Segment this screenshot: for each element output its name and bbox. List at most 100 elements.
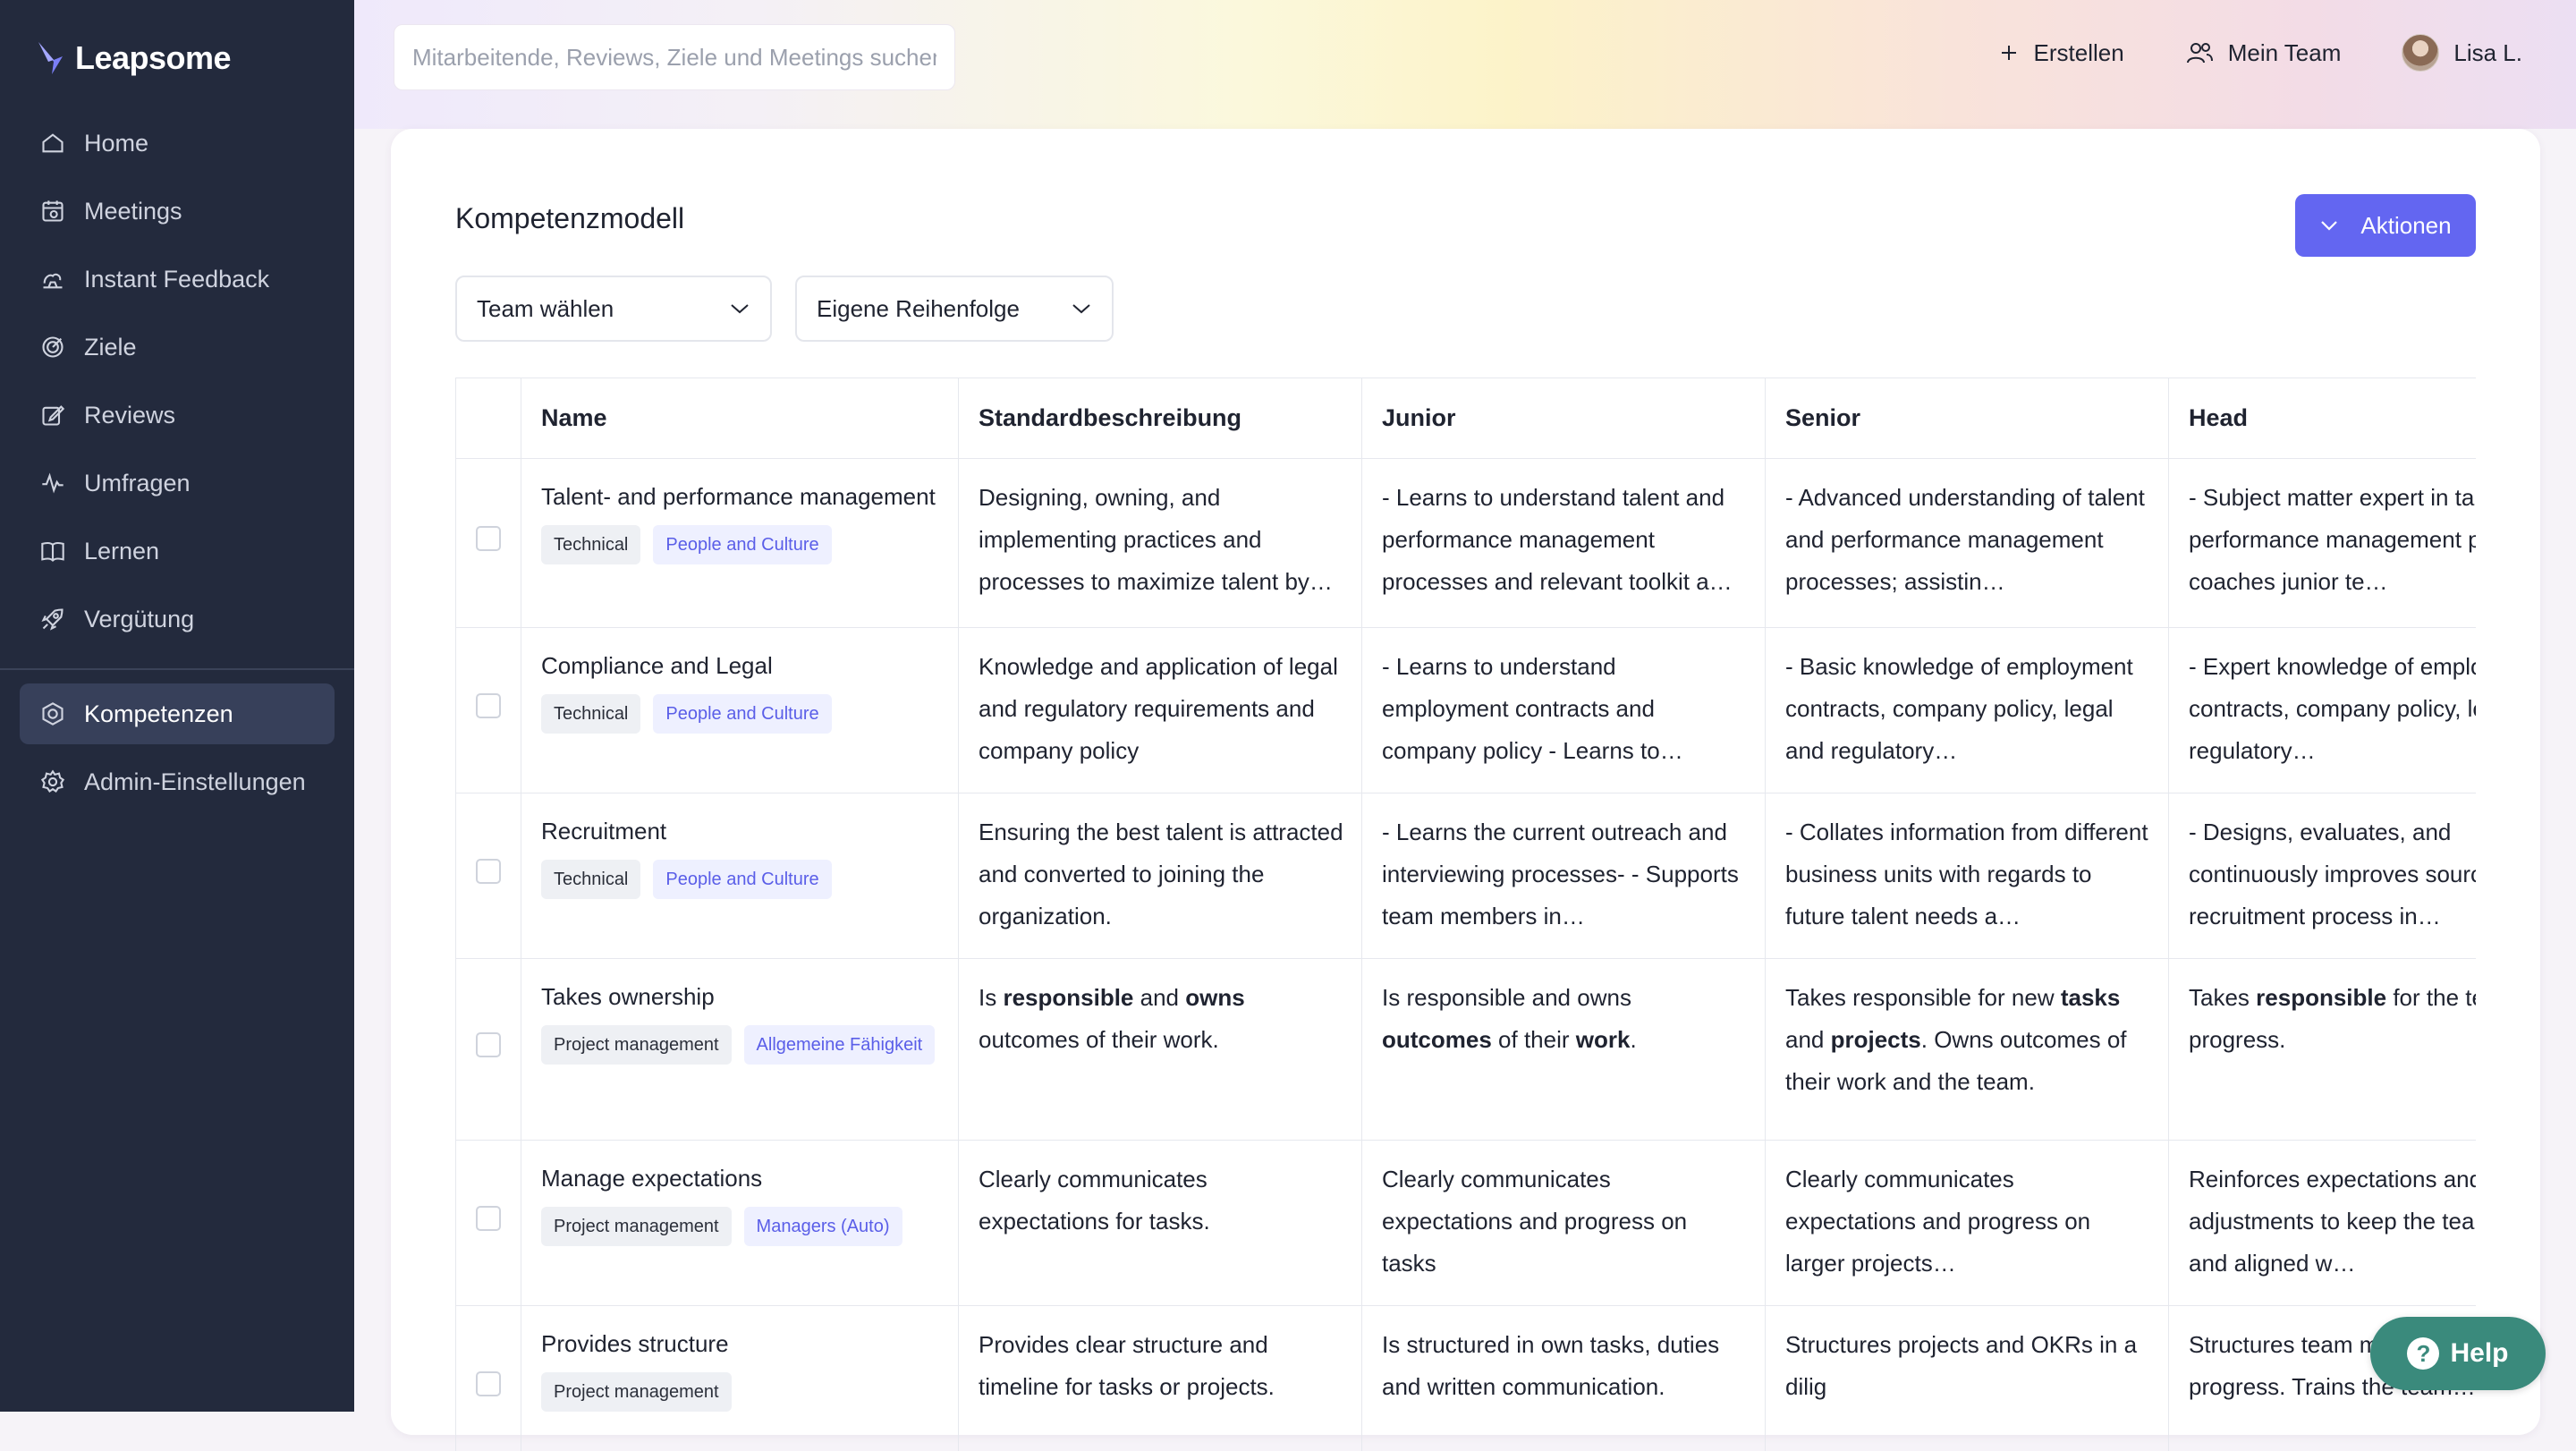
- help-icon: ?: [2407, 1337, 2439, 1370]
- description-text: Knowledge and application of legal and r…: [979, 646, 1343, 772]
- search-input[interactable]: [411, 43, 938, 72]
- sidebar-item-label: Meetings: [84, 198, 182, 225]
- pulse-icon: [39, 470, 66, 496]
- tag-list: Technical People and Culture: [541, 694, 940, 734]
- description-text: - Basic knowledge of employment contract…: [1785, 646, 2150, 772]
- description-text: Structures projects and OKRs in a dilig: [1785, 1324, 2150, 1408]
- table-row[interactable]: Recruitment Technical People and Culture…: [456, 793, 2477, 959]
- head-cell: - Expert knowledge of employment contrac…: [2169, 628, 2477, 793]
- row-checkbox[interactable]: [476, 1371, 501, 1396]
- actions-label: Aktionen: [2360, 212, 2451, 240]
- competency-table-grid: Name Standardbeschreibung Junior Senior …: [455, 378, 2476, 1451]
- team-select[interactable]: Team wählen: [455, 276, 772, 342]
- user-menu[interactable]: Lisa L.: [2402, 34, 2522, 72]
- junior-cell: - Learns the current outreach and interv…: [1362, 793, 1766, 959]
- table-row[interactable]: Takes ownership Project management Allge…: [456, 959, 2477, 1141]
- tag-list: Project management Managers (Auto): [541, 1207, 940, 1246]
- row-select-cell: [456, 1306, 521, 1451]
- page-title: Kompetenzmodell: [455, 202, 684, 235]
- sidebar-item-label: Umfragen: [84, 470, 191, 497]
- order-select[interactable]: Eigene Reihenfolge: [795, 276, 1114, 342]
- order-select-value: Eigene Reihenfolge: [817, 295, 1020, 323]
- name-cell: Talent- and performance management Techn…: [521, 459, 959, 628]
- row-checkbox[interactable]: [476, 1032, 501, 1057]
- name-cell: Compliance and Legal Technical People an…: [521, 628, 959, 793]
- name-cell: Recruitment Technical People and Culture: [521, 793, 959, 959]
- row-checkbox[interactable]: [476, 859, 501, 884]
- name-cell: Manage expectations Project management M…: [521, 1141, 959, 1306]
- feedback-icon: [39, 266, 66, 293]
- my-team-button[interactable]: Mein Team: [2185, 39, 2342, 67]
- head-cell: - Designs, evaluates, and continuously i…: [2169, 793, 2477, 959]
- table-row[interactable]: Compliance and Legal Technical People an…: [456, 628, 2477, 793]
- header-junior[interactable]: Junior: [1362, 378, 1766, 459]
- table-row[interactable]: Manage expectations Project management M…: [456, 1141, 2477, 1306]
- sidebar-item-instant-feedback[interactable]: Instant Feedback: [20, 249, 335, 310]
- row-select-cell: [456, 793, 521, 959]
- help-button[interactable]: ? Help: [2370, 1317, 2546, 1390]
- competency-name[interactable]: Talent- and performance management: [541, 477, 940, 514]
- competency-name[interactable]: Manage expectations: [541, 1158, 940, 1196]
- brand-logo[interactable]: Leapsome: [36, 39, 231, 77]
- description-text: - Designs, evaluates, and continuously i…: [2189, 811, 2476, 938]
- sidebar-item-ziele[interactable]: Ziele: [20, 317, 335, 378]
- junior-cell: Is structured in own tasks, duties and w…: [1362, 1306, 1766, 1451]
- header-head[interactable]: Head: [2169, 378, 2477, 459]
- name-cell: Takes ownership Project management Allge…: [521, 959, 959, 1141]
- chevron-down-icon: [2319, 219, 2339, 232]
- header-standard[interactable]: Standardbeschreibung: [959, 378, 1362, 459]
- head-cell: Takes responsible for the team's progres…: [2169, 959, 2477, 1141]
- junior-cell: - Learns to understand employment contra…: [1362, 628, 1766, 793]
- competency-name[interactable]: Takes ownership: [541, 977, 940, 1014]
- description-text: Clearly communicates expectations and pr…: [1382, 1158, 1747, 1285]
- description-text: Clearly communicates expectations for ta…: [979, 1158, 1343, 1243]
- sidebar-item-admin-einstellungen[interactable]: Admin-Einstellungen: [20, 751, 335, 812]
- create-button[interactable]: Erstellen: [1998, 39, 2124, 67]
- description-text: - Advanced understanding of talent and p…: [1785, 477, 2150, 603]
- row-checkbox[interactable]: [476, 693, 501, 718]
- standard-cell: Knowledge and application of legal and r…: [959, 628, 1362, 793]
- sidebar-item-meetings[interactable]: Meetings: [20, 181, 335, 242]
- header-name[interactable]: Name: [521, 378, 959, 459]
- main-card: Kompetenzmodell Aktionen Team wählen Eig…: [391, 129, 2540, 1435]
- search-box[interactable]: [394, 24, 955, 90]
- sidebar-item-label: Ziele: [84, 334, 137, 361]
- sidebar-item-umfragen[interactable]: Umfragen: [20, 453, 335, 513]
- team-icon: [2185, 40, 2214, 65]
- create-label: Erstellen: [2034, 39, 2124, 67]
- edit-icon: [39, 402, 66, 429]
- row-checkbox[interactable]: [476, 1206, 501, 1231]
- table-row[interactable]: Provides structure Project management Pr…: [456, 1306, 2477, 1451]
- sidebar-item-reviews[interactable]: Reviews: [20, 385, 335, 445]
- table-row[interactable]: Talent- and performance management Techn…: [456, 459, 2477, 628]
- sidebar-item-label: Home: [84, 130, 148, 157]
- sidebar-item-kompetenzen[interactable]: Kompetenzen: [20, 683, 335, 744]
- sidebar-item-verguetung[interactable]: Vergütung: [20, 589, 335, 649]
- sidebar-item-home[interactable]: Home: [20, 113, 335, 174]
- home-icon: [39, 130, 66, 157]
- tag: People and Culture: [653, 694, 831, 734]
- competency-name[interactable]: Compliance and Legal: [541, 646, 940, 683]
- description-text: Ensuring the best talent is attracted an…: [979, 811, 1343, 938]
- sidebar-item-lernen[interactable]: Lernen: [20, 521, 335, 581]
- my-team-label: Mein Team: [2228, 39, 2342, 67]
- row-checkbox[interactable]: [476, 526, 501, 551]
- header-senior[interactable]: Senior: [1766, 378, 2169, 459]
- sidebar-item-label: Lernen: [84, 538, 159, 565]
- competency-name[interactable]: Recruitment: [541, 811, 940, 849]
- actions-button[interactable]: Aktionen: [2295, 194, 2476, 257]
- senior-cell: Takes responsible for new tasks and proj…: [1766, 959, 2169, 1141]
- target-icon: [39, 334, 66, 361]
- topbar: Erstellen Mein Team Lisa L.: [354, 0, 2576, 129]
- tag-list: Project management Allgemeine Fähigkeit: [541, 1025, 940, 1065]
- topbar-actions: Erstellen Mein Team Lisa L.: [1998, 34, 2522, 72]
- standard-cell: Is responsible and owns outcomes of thei…: [959, 959, 1362, 1141]
- chevron-down-icon: [729, 302, 750, 315]
- tag: Project management: [541, 1207, 732, 1246]
- junior-cell: Clearly communicates expectations and pr…: [1362, 1141, 1766, 1306]
- plus-icon: [1998, 42, 2020, 64]
- competency-name[interactable]: Provides structure: [541, 1324, 940, 1362]
- tag: Technical: [541, 694, 640, 734]
- description-text: Is responsible and owns outcomes of thei…: [1382, 977, 1747, 1061]
- book-icon: [39, 538, 66, 564]
